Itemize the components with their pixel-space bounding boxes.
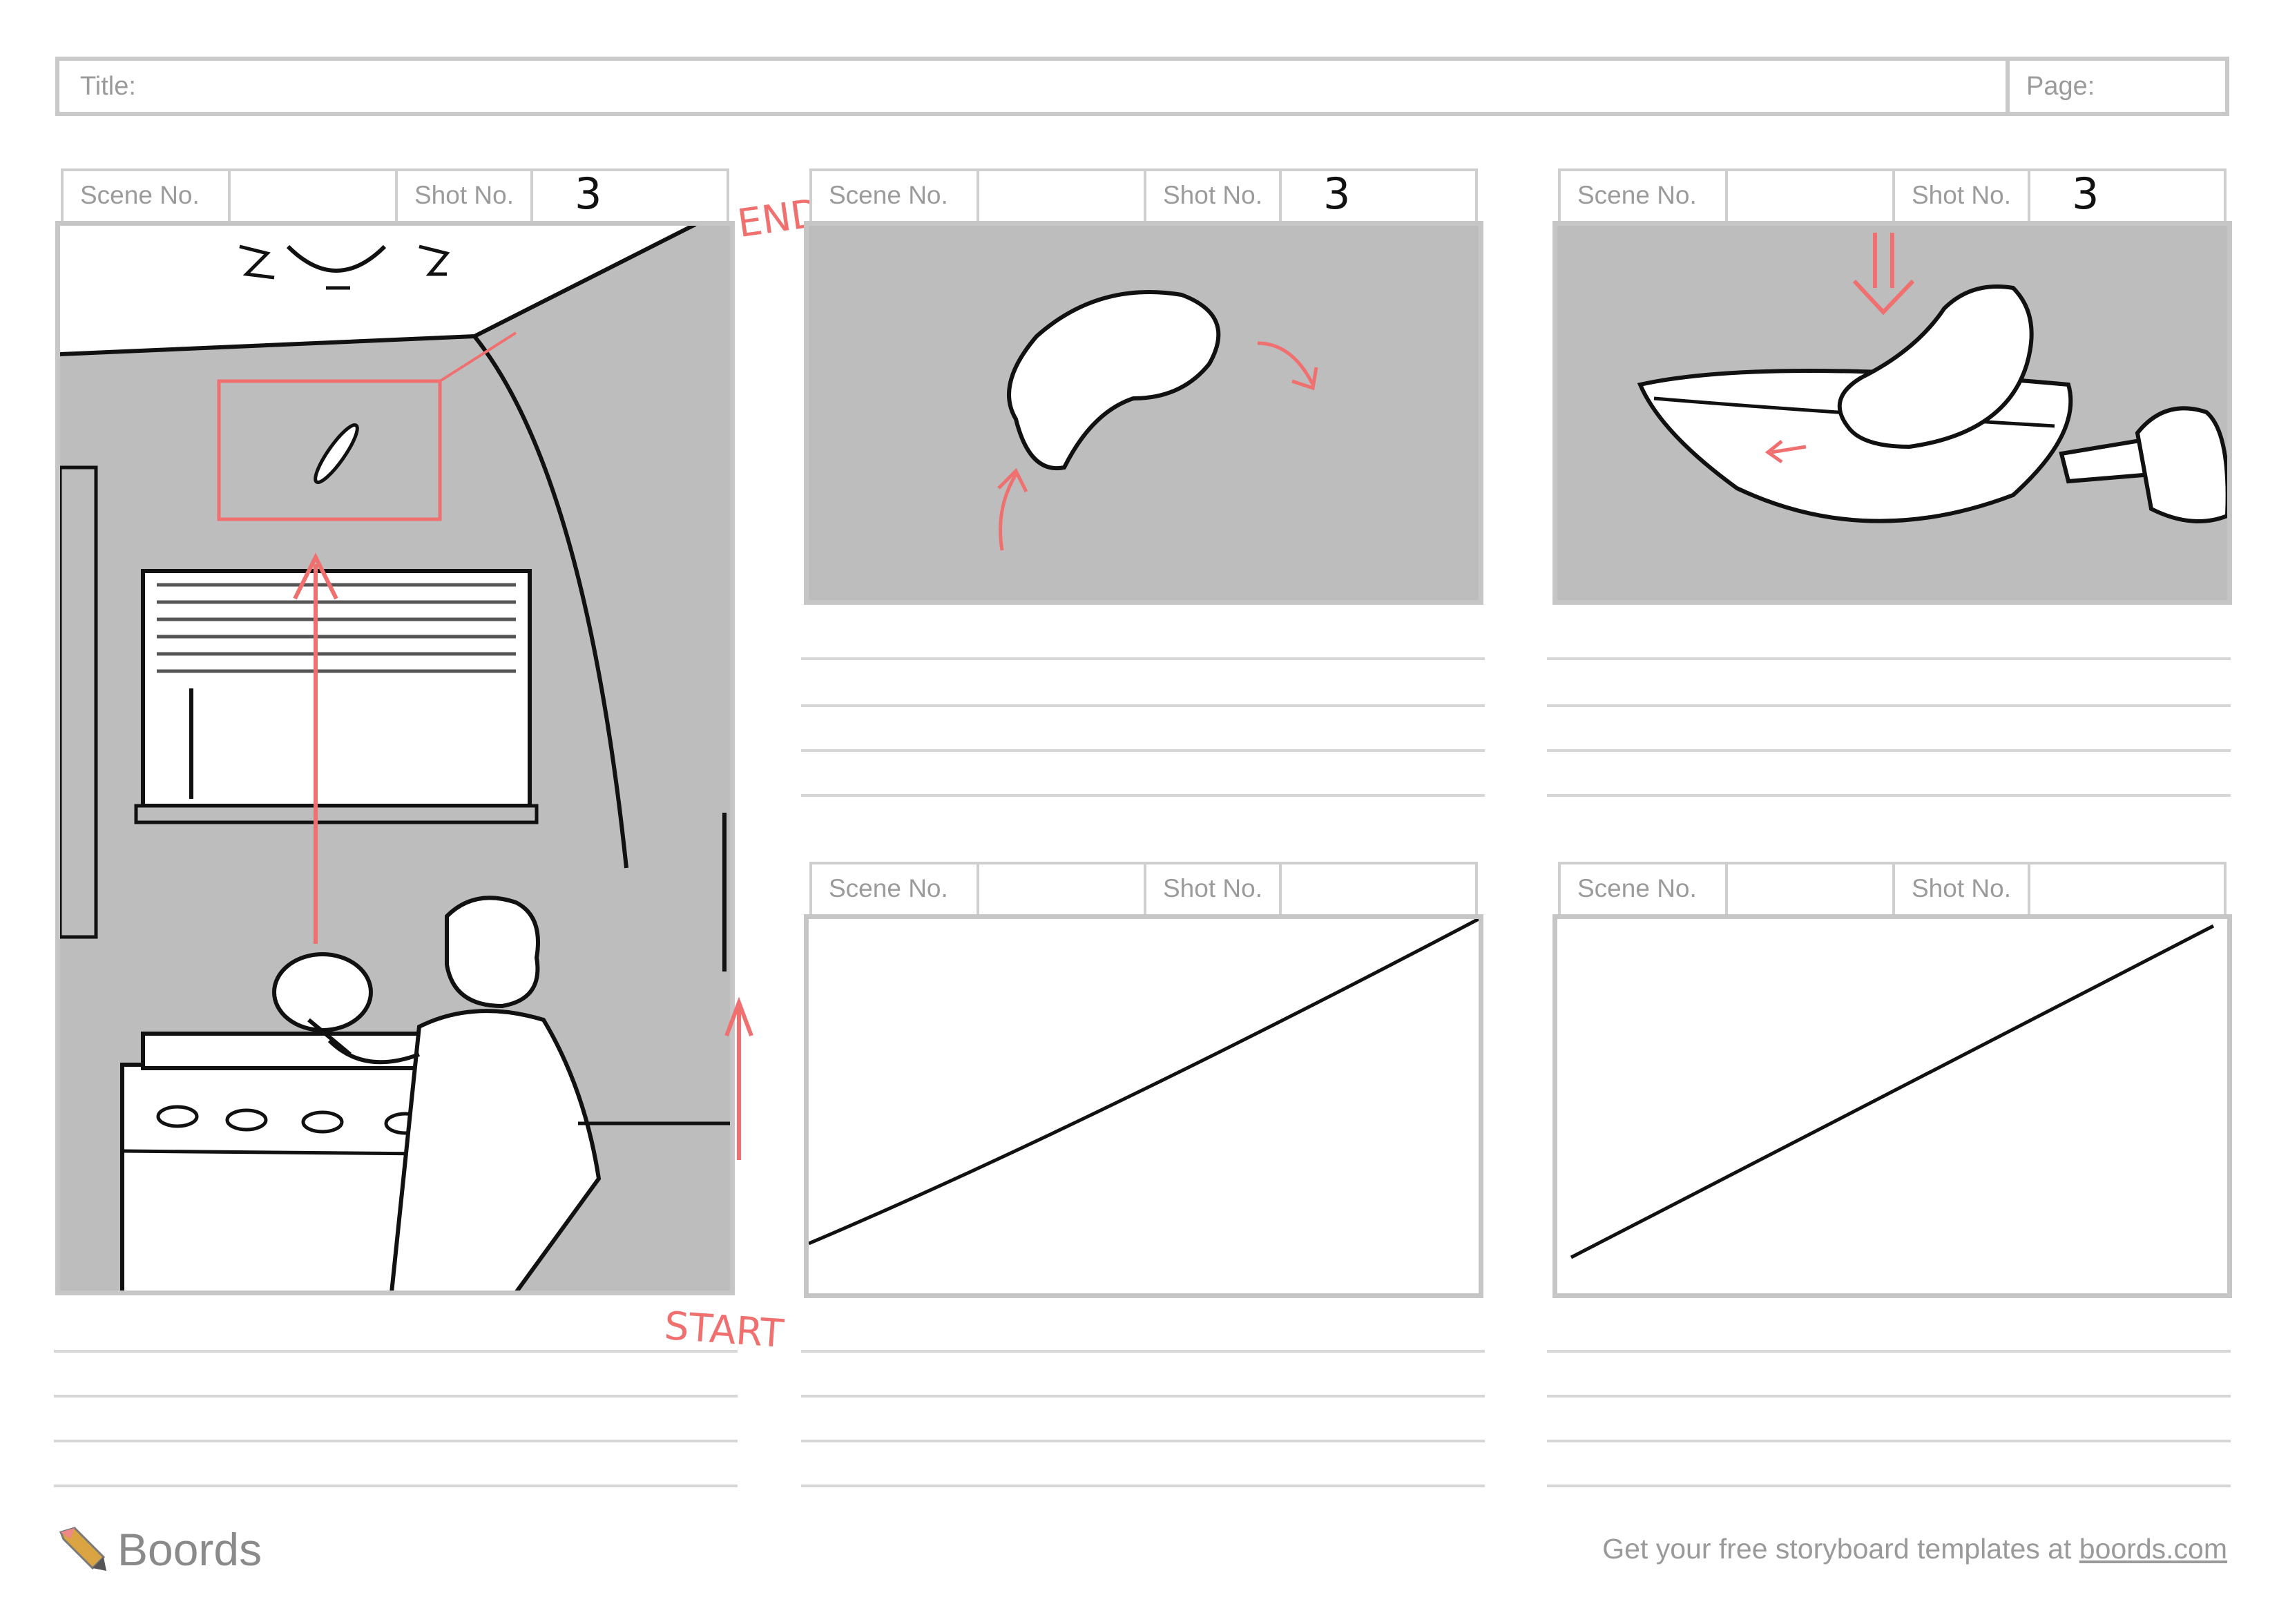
scene-no-label: Scene No. <box>80 181 200 209</box>
note-line <box>54 1485 738 1487</box>
scene-no-cell: Scene No. <box>1558 168 1728 224</box>
start-annotation: START <box>662 1304 785 1357</box>
note-line <box>801 1440 1485 1442</box>
scene-no-label: Scene No. <box>829 181 948 209</box>
note-line <box>54 1350 738 1353</box>
title-bar: Title: Page: <box>55 57 2229 116</box>
shot-no-value: 3 <box>1323 168 1351 219</box>
note-line <box>1547 1440 2231 1442</box>
footer-tagline: Get your free storyboard templates at bo… <box>1602 1533 2227 1565</box>
kitchen-sketch <box>60 226 730 1290</box>
scene-no-label: Scene No. <box>829 874 948 902</box>
note-line <box>1547 749 2231 752</box>
brand-name: Boords <box>117 1524 262 1575</box>
note-line <box>801 794 1485 797</box>
panel-5-frame <box>804 914 1483 1298</box>
scene-no-cell: Scene No. <box>1558 862 1728 917</box>
shot-no-label: Shot No. <box>1163 874 1262 902</box>
note-line <box>1547 794 2231 797</box>
shot-no-value-cell: 3 <box>1279 168 1478 224</box>
panel-1: Scene No. Shot No. 3 <box>55 163 735 1295</box>
scene-no-cell: Scene No. <box>61 168 231 224</box>
note-line <box>54 1395 738 1398</box>
shot-no-cell: Shot No. <box>395 168 533 224</box>
note-line <box>1547 1395 2231 1398</box>
title-label: Title: <box>80 72 136 101</box>
shot-no-cell: Shot No. <box>1144 862 1282 917</box>
scene-no-label: Scene No. <box>1577 874 1697 902</box>
note-line <box>1547 657 2231 660</box>
note-line <box>1547 704 2231 707</box>
panel-2: Scene No. Shot No. 3 <box>804 163 1483 605</box>
note-line <box>801 657 1485 660</box>
empty-frame-strike <box>1570 924 2215 1259</box>
scene-no-value <box>1725 862 1895 917</box>
panel-6: Scene No. Shot No. <box>1552 856 2232 1298</box>
shot-no-value: 3 <box>575 168 602 219</box>
shot-no-label: Shot No. <box>414 181 514 209</box>
panel-6-frame <box>1552 914 2232 1298</box>
scene-no-value <box>977 862 1146 917</box>
shot-no-value-cell: 3 <box>2028 168 2227 224</box>
panel-3: Scene No. Shot No. 3 <box>1552 163 2232 605</box>
note-line <box>1547 1350 2231 1353</box>
shot-no-value-cell <box>1279 862 1478 917</box>
note-line <box>801 1485 1485 1487</box>
note-line <box>801 704 1485 707</box>
boords-link[interactable]: boords.com <box>2079 1533 2227 1565</box>
shot-no-label: Shot No. <box>1163 181 1262 209</box>
note-line <box>54 1440 738 1442</box>
panel-5: Scene No. Shot No. <box>804 856 1483 1298</box>
boords-logo: Boords <box>55 1523 262 1576</box>
shot-no-label: Shot No. <box>1912 874 2011 902</box>
shot-no-value: 3 <box>2072 168 2099 219</box>
red-up-arrow-side <box>724 996 753 1160</box>
scene-no-label: Scene No. <box>1577 181 1697 209</box>
panel-1-frame <box>55 221 735 1295</box>
scene-no-value <box>228 168 398 224</box>
pencil-icon <box>59 1527 106 1571</box>
scene-no-cell: Scene No. <box>809 862 979 917</box>
note-line <box>801 749 1485 752</box>
empty-frame-strike <box>809 919 1479 1246</box>
shot-no-cell: Shot No. <box>1892 168 2030 224</box>
flipping-pancake-sketch <box>997 290 1318 551</box>
scene-no-cell: Scene No. <box>809 168 979 224</box>
shot-no-value-cell <box>2028 862 2227 917</box>
note-line <box>801 1350 1485 1353</box>
shot-no-value-cell: 3 <box>530 168 729 224</box>
note-line <box>801 1395 1485 1398</box>
shot-no-cell: Shot No. <box>1144 168 1282 224</box>
shot-no-cell: Shot No. <box>1892 862 2030 917</box>
panel-3-frame <box>1552 221 2232 605</box>
shot-no-label: Shot No. <box>1912 181 2011 209</box>
scene-no-value <box>977 168 1146 224</box>
scene-no-value <box>1725 168 1895 224</box>
title-page-divider <box>2006 61 2010 112</box>
pancake-landing-sketch <box>1637 233 2227 523</box>
panel-2-frame <box>804 221 1483 605</box>
page-label: Page: <box>2026 72 2095 101</box>
note-line <box>1547 1485 2231 1487</box>
tagline-text: Get your free storyboard templates at <box>1602 1533 2072 1565</box>
